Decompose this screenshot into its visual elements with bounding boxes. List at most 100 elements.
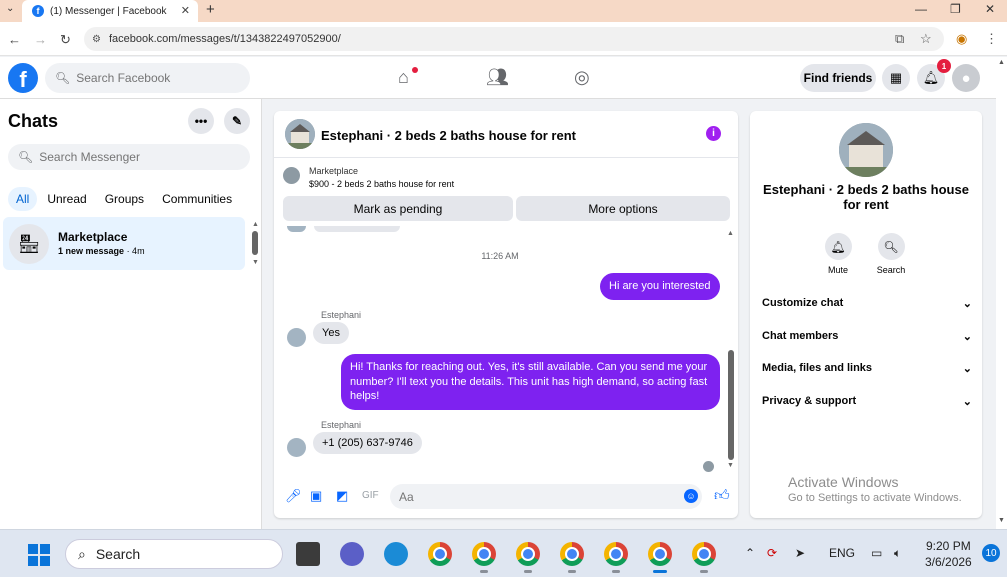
chat-list-scrollbar[interactable]: ▲ ▼ xyxy=(252,221,259,267)
page-scroll-down-icon[interactable]: ▼ xyxy=(998,517,1005,524)
more-options-icon[interactable]: ••• xyxy=(188,108,214,134)
location-icon[interactable]: ➤ xyxy=(795,546,805,560)
section-privacy-support[interactable]: Privacy & support ⌄ xyxy=(762,391,972,411)
search-icon: 🔍︎ xyxy=(18,150,34,164)
message-outgoing[interactable]: Hi are you interested xyxy=(600,273,720,300)
bookmark-star-icon[interactable]: ☆ xyxy=(920,31,932,47)
taskbar-clock[interactable]: 9:20 PM 3/6/2026 xyxy=(925,538,972,570)
chat-list-scroll-thumb[interactable] xyxy=(252,231,258,255)
file-explorer-icon[interactable] xyxy=(296,542,320,566)
network-icon[interactable]: ▭ xyxy=(871,546,882,560)
conversation-scrollbar[interactable]: ▲ ▼ xyxy=(727,230,735,470)
menu-grid-icon[interactable]: ▦ xyxy=(882,64,910,92)
facebook-search-input[interactable] xyxy=(76,71,237,85)
filter-communities[interactable]: Communities xyxy=(154,187,240,211)
sender-avatar[interactable] xyxy=(287,438,306,457)
scroll-down-icon[interactable]: ▼ xyxy=(727,462,734,469)
chrome-profile-icon[interactable] xyxy=(516,542,540,566)
filter-groups[interactable]: Groups xyxy=(97,187,152,211)
seen-indicator-avatar xyxy=(703,461,714,472)
back-icon[interactable]: ← xyxy=(8,32,21,47)
messenger-search[interactable]: 🔍︎ xyxy=(8,144,250,170)
filter-unread[interactable]: Unread xyxy=(39,187,94,211)
forward-icon[interactable]: → xyxy=(34,32,47,47)
conversation-scroll-thumb[interactable] xyxy=(728,350,734,460)
mark-as-pending-button[interactable]: Mark as pending xyxy=(283,196,513,221)
reload-icon[interactable]: ↻ xyxy=(60,32,71,48)
scroll-up-icon[interactable]: ▲ xyxy=(727,230,734,237)
home-icon[interactable]: ⌂ xyxy=(398,67,409,88)
volume-icon[interactable]: 🔈︎ xyxy=(894,546,901,561)
gif-icon[interactable]: GIF xyxy=(362,490,379,501)
chat-item-name: Marketplace xyxy=(58,230,128,244)
photo-icon[interactable]: ▣ xyxy=(310,488,322,504)
emoji-icon[interactable]: ☺ xyxy=(684,489,698,503)
taskbar-search[interactable]: ⌕ Search xyxy=(65,539,283,569)
listing-title[interactable]: $900 - 2 beds 2 baths house for rent xyxy=(309,179,454,189)
windows-start-icon[interactable] xyxy=(28,544,50,566)
listing-thumbnail[interactable] xyxy=(283,167,300,184)
chat-item-marketplace[interactable]: 🏪︎ Marketplace 1 new message · 4m xyxy=(3,217,245,270)
facebook-search[interactable]: 🔍︎ xyxy=(45,63,250,93)
new-tab-icon[interactable]: + xyxy=(206,1,215,18)
search-action[interactable]: 🔍︎ Search xyxy=(871,233,911,275)
minimize-icon[interactable]: — xyxy=(915,2,927,16)
microphone-icon[interactable]: 🎤︎ xyxy=(285,488,302,504)
sync-icon[interactable]: ⟳ xyxy=(767,546,777,560)
new-message-icon[interactable]: ✎ xyxy=(224,108,250,134)
close-icon[interactable]: ✕ xyxy=(181,4,190,17)
browser-tab[interactable]: f (1) Messenger | Facebook ✕ xyxy=(22,0,198,22)
search-icon[interactable]: 🔍︎ xyxy=(877,233,905,260)
info-icon[interactable]: i xyxy=(706,126,721,141)
section-media-files-links[interactable]: Media, files and links ⌄ xyxy=(762,358,972,378)
facebook-favicon-icon: f xyxy=(32,5,44,17)
tab-list-icon[interactable]: ⌄ xyxy=(6,3,14,14)
install-app-icon[interactable]: ⧉ xyxy=(895,31,904,47)
message-timestamp: 11:26 AM xyxy=(481,251,519,261)
page-scrollbar[interactable]: ▲ ▼ xyxy=(996,57,1007,529)
chrome-profile-icon[interactable] xyxy=(604,542,628,566)
friends-icon[interactable]: 👥︎ xyxy=(486,67,509,88)
chrome-profile-icon[interactable] xyxy=(692,542,716,566)
page-scroll-up-icon[interactable]: ▲ xyxy=(998,59,1005,66)
chrome-profile-icon[interactable] xyxy=(648,542,672,566)
details-avatar[interactable] xyxy=(839,123,893,177)
more-options-button[interactable]: More options xyxy=(516,196,730,221)
bell-icon[interactable]: 🔔︎ xyxy=(824,233,852,260)
url-field[interactable]: ⚙ facebook.com/messages/t/13438224970529… xyxy=(84,27,944,51)
message-input-box[interactable] xyxy=(390,484,702,509)
account-avatar[interactable]: ● xyxy=(952,64,980,92)
sender-avatar[interactable] xyxy=(287,328,306,347)
mute-action[interactable]: 🔔︎ Mute xyxy=(818,233,858,275)
chrome-profile-icon[interactable] xyxy=(472,542,496,566)
messenger-search-input[interactable] xyxy=(39,150,240,164)
conversation-title[interactable]: Estephani · 2 beds 2 baths house for ren… xyxy=(321,128,576,143)
chrome-profile-icon[interactable] xyxy=(560,542,584,566)
groups-icon[interactable]: ◎ xyxy=(574,67,590,88)
message-input[interactable] xyxy=(399,489,679,504)
site-settings-icon[interactable]: ⚙ xyxy=(92,34,101,45)
message-outgoing[interactable]: Hi! Thanks for reaching out. Yes, it's s… xyxy=(341,354,720,410)
message-incoming[interactable]: Yes xyxy=(313,322,349,344)
facebook-header: f 🔍︎ ⌂ 👥︎ ◎ Find friends ▦ 🔔︎ ● xyxy=(0,57,1007,99)
facebook-logo-icon[interactable]: f xyxy=(8,63,38,93)
find-friends-button[interactable]: Find friends xyxy=(800,64,876,92)
language-indicator[interactable]: ENG xyxy=(829,546,855,560)
window-close-icon[interactable]: ✕ xyxy=(985,2,995,16)
section-chat-members[interactable]: Chat members ⌄ xyxy=(762,326,972,346)
section-customize-chat[interactable]: Customize chat ⌄ xyxy=(762,293,972,313)
message-incoming[interactable]: +1 (205) 637-9746 xyxy=(313,432,422,454)
filter-all[interactable]: All xyxy=(8,187,38,211)
sticker-icon[interactable]: ◩ xyxy=(336,488,348,504)
clock-date: 3/6/2026 xyxy=(925,555,972,569)
restore-icon[interactable]: ❐ xyxy=(950,2,961,16)
notification-center-badge[interactable]: 10 xyxy=(982,544,1000,562)
edge-icon[interactable] xyxy=(384,542,408,566)
profile-icon[interactable]: ◉ xyxy=(956,31,967,47)
menu-kebab-icon[interactable]: ⋮ xyxy=(985,31,998,47)
conversation-avatar[interactable] xyxy=(285,119,315,149)
chrome-icon[interactable] xyxy=(428,542,452,566)
thumbs-up-icon[interactable]: 👍︎ xyxy=(714,487,730,505)
chevron-up-icon[interactable]: ⌃ xyxy=(745,546,755,560)
teams-icon[interactable] xyxy=(340,542,364,566)
